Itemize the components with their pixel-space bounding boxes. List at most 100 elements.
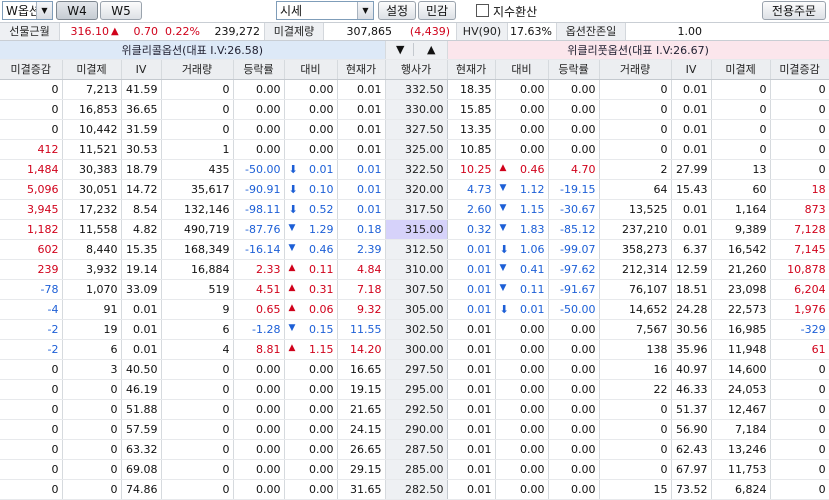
- call-volume-cell[interactable]: 0: [161, 399, 234, 420]
- call-change-cell[interactable]: 0.00: [284, 99, 338, 120]
- call-open-interest-cell[interactable]: 19: [62, 319, 122, 340]
- put-change-rate-cell[interactable]: 0.00: [548, 99, 600, 120]
- call-oi-change-cell[interactable]: 239: [0, 259, 63, 280]
- put-oi-change-cell[interactable]: 0: [770, 359, 829, 380]
- put-iv-cell[interactable]: 6.37: [671, 239, 712, 260]
- product-select[interactable]: W옵션 ▼: [2, 1, 53, 20]
- put-iv-cell[interactable]: 0.01: [671, 79, 712, 100]
- put-change-cell[interactable]: 0.00: [495, 339, 549, 360]
- put-open-interest-cell[interactable]: 22,573: [711, 299, 771, 320]
- call-oi-change-cell[interactable]: 0: [0, 359, 63, 380]
- put-volume-cell[interactable]: 13,525: [599, 199, 672, 220]
- put-price-cell[interactable]: 0.01: [447, 379, 496, 400]
- call-change-cell[interactable]: 0.00: [284, 399, 338, 420]
- put-oi-change-cell[interactable]: 1,976: [770, 299, 829, 320]
- strike-price-cell[interactable]: 305.00: [384, 299, 448, 320]
- put-open-interest-cell[interactable]: 9,389: [711, 219, 771, 240]
- put-price-cell[interactable]: 0.01: [447, 239, 496, 260]
- call-oi-change-cell[interactable]: 412: [0, 139, 63, 160]
- put-open-interest-cell[interactable]: 13: [711, 159, 771, 180]
- put-price-cell[interactable]: 18.35: [447, 79, 496, 100]
- call-price-cell[interactable]: 0.01: [337, 119, 386, 140]
- strike-price-cell[interactable]: 310.00: [384, 259, 448, 280]
- call-volume-cell[interactable]: 0: [161, 359, 234, 380]
- put-iv-cell[interactable]: 24.28: [671, 299, 712, 320]
- call-iv-cell[interactable]: 0.01: [121, 319, 162, 340]
- call-change-cell[interactable]: 0.00: [284, 439, 338, 460]
- call-oi-change-cell[interactable]: 5,096: [0, 179, 63, 200]
- put-iv-cell[interactable]: 18.51: [671, 279, 712, 300]
- call-iv-cell[interactable]: 41.59: [121, 79, 162, 100]
- put-open-interest-cell[interactable]: 6,824: [711, 479, 771, 500]
- call-price-cell[interactable]: 0.01: [337, 99, 386, 120]
- strike-price-cell[interactable]: 317.50: [384, 199, 448, 220]
- call-oi-change-cell[interactable]: 0: [0, 479, 63, 500]
- call-iv-cell[interactable]: 57.59: [121, 419, 162, 440]
- call-price-cell[interactable]: 4.84: [337, 259, 386, 280]
- put-change-cell[interactable]: 0.00: [495, 479, 549, 500]
- call-oi-change-cell[interactable]: -2: [0, 339, 63, 360]
- call-oi-change-cell[interactable]: 0: [0, 419, 63, 440]
- call-volume-cell[interactable]: 1: [161, 139, 234, 160]
- call-oi-change-cell[interactable]: 0: [0, 459, 63, 480]
- put-iv-cell[interactable]: 12.59: [671, 259, 712, 280]
- put-change-rate-cell[interactable]: 0.00: [548, 359, 600, 380]
- call-volume-cell[interactable]: 0: [161, 379, 234, 400]
- put-volume-cell[interactable]: 76,107: [599, 279, 672, 300]
- call-iv-cell[interactable]: 0.01: [121, 339, 162, 360]
- put-change-cell[interactable]: 0.00: [495, 459, 549, 480]
- put-open-interest-cell[interactable]: 23,098: [711, 279, 771, 300]
- call-iv-cell[interactable]: 30.53: [121, 139, 162, 160]
- put-open-interest-cell[interactable]: 24,053: [711, 379, 771, 400]
- tab-w5[interactable]: W5: [100, 1, 142, 20]
- strike-price-cell[interactable]: 312.50: [384, 239, 448, 260]
- put-volume-cell[interactable]: 237,210: [599, 219, 672, 240]
- call-iv-cell[interactable]: 15.35: [121, 239, 162, 260]
- call-iv-cell[interactable]: 40.50: [121, 359, 162, 380]
- index-convert-checkbox[interactable]: [476, 4, 489, 17]
- put-volume-cell[interactable]: 0: [599, 139, 672, 160]
- call-price-cell[interactable]: 0.01: [337, 79, 386, 100]
- call-volume-cell[interactable]: 0: [161, 119, 234, 140]
- table-row[interactable]: 0 0 63.32 0 0.00 0.00 26.65 287.50 0.01 0.00 0.00 0…: [0, 439, 829, 460]
- call-volume-cell[interactable]: 0: [161, 439, 234, 460]
- call-open-interest-cell[interactable]: 0: [62, 399, 122, 420]
- put-volume-cell[interactable]: 7,567: [599, 319, 672, 340]
- call-open-interest-cell[interactable]: 0: [62, 379, 122, 400]
- put-price-cell[interactable]: 0.01: [447, 459, 496, 480]
- put-volume-cell[interactable]: 0: [599, 419, 672, 440]
- call-volume-cell[interactable]: 35,617: [161, 179, 234, 200]
- call-volume-cell[interactable]: 490,719: [161, 219, 234, 240]
- table-row[interactable]: 0 0 69.08 0 0.00 0.00 29.15 285.00 0.01 0.00 0.00 0…: [0, 459, 829, 480]
- call-change-rate-cell[interactable]: -87.76: [233, 219, 285, 240]
- table-row[interactable]: 1,18211,5584.82490,719-87.761.290.18315.…: [0, 219, 829, 240]
- call-oi-change-cell[interactable]: 1,182: [0, 219, 63, 240]
- put-change-rate-cell[interactable]: 0.00: [548, 479, 600, 500]
- call-volume-cell[interactable]: 168,349: [161, 239, 234, 260]
- call-price-cell[interactable]: 31.65: [337, 479, 386, 500]
- put-change-cell[interactable]: 0.01: [495, 299, 549, 320]
- put-price-cell[interactable]: 0.01: [447, 479, 496, 500]
- call-change-rate-cell[interactable]: 0.00: [233, 79, 285, 100]
- call-oi-change-cell[interactable]: 0: [0, 379, 63, 400]
- call-price-cell[interactable]: 0.18: [337, 219, 386, 240]
- put-change-cell[interactable]: 0.00: [495, 419, 549, 440]
- call-volume-cell[interactable]: 0: [161, 79, 234, 100]
- call-price-cell[interactable]: 16.65: [337, 359, 386, 380]
- put-change-rate-cell[interactable]: -19.15: [548, 179, 600, 200]
- put-open-interest-cell[interactable]: 0: [711, 139, 771, 160]
- strike-price-cell[interactable]: 282.50: [384, 479, 448, 500]
- strike-price-cell[interactable]: 290.00: [384, 419, 448, 440]
- call-open-interest-cell[interactable]: 30,051: [62, 179, 122, 200]
- table-row[interactable]: 0 0 57.59 0 0.00 0.00 24.15 290.00 0.01 0.00 0.00 0…: [0, 419, 829, 440]
- call-iv-cell[interactable]: 31.59: [121, 119, 162, 140]
- put-change-cell[interactable]: 0.00: [495, 319, 549, 340]
- call-open-interest-cell[interactable]: 0: [62, 439, 122, 460]
- put-price-cell[interactable]: 4.73: [447, 179, 496, 200]
- call-change-rate-cell[interactable]: -98.11: [233, 199, 285, 220]
- call-oi-change-cell[interactable]: 1,484: [0, 159, 63, 180]
- put-iv-cell[interactable]: 27.99: [671, 159, 712, 180]
- put-price-cell[interactable]: 0.32: [447, 219, 496, 240]
- put-volume-cell[interactable]: 14,652: [599, 299, 672, 320]
- call-change-cell[interactable]: 0.00: [284, 119, 338, 140]
